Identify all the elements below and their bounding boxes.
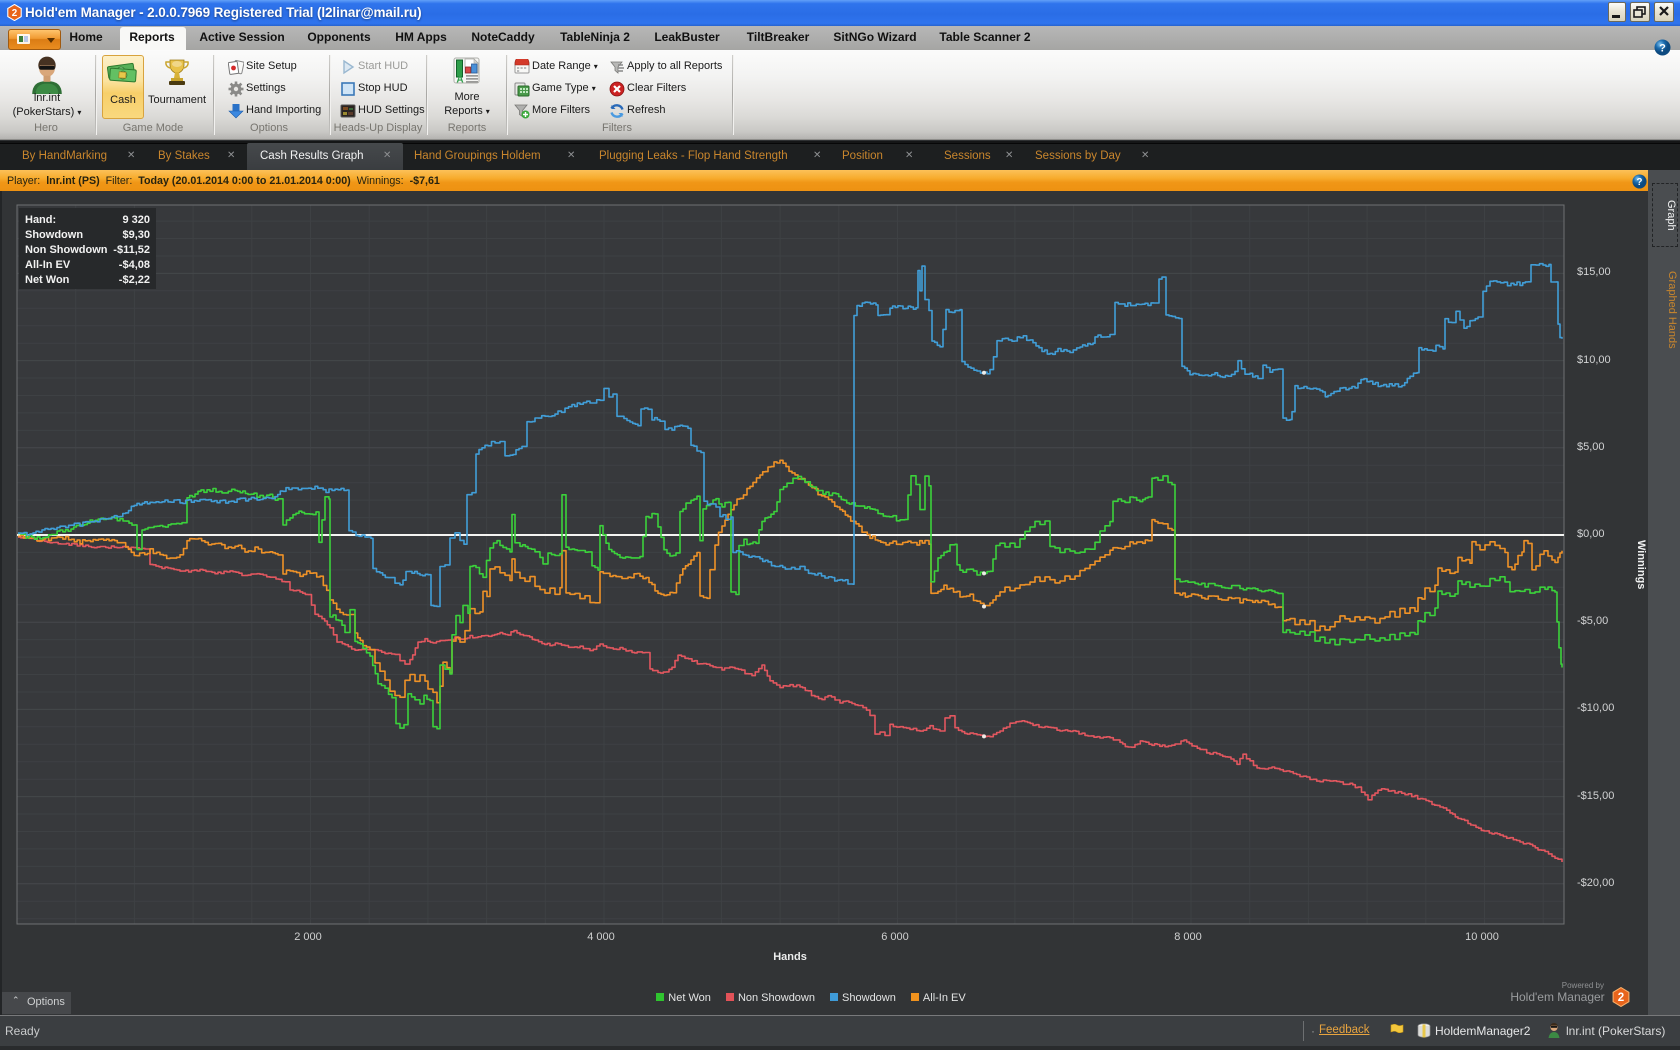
svg-text:2: 2 [1618,992,1624,1004]
